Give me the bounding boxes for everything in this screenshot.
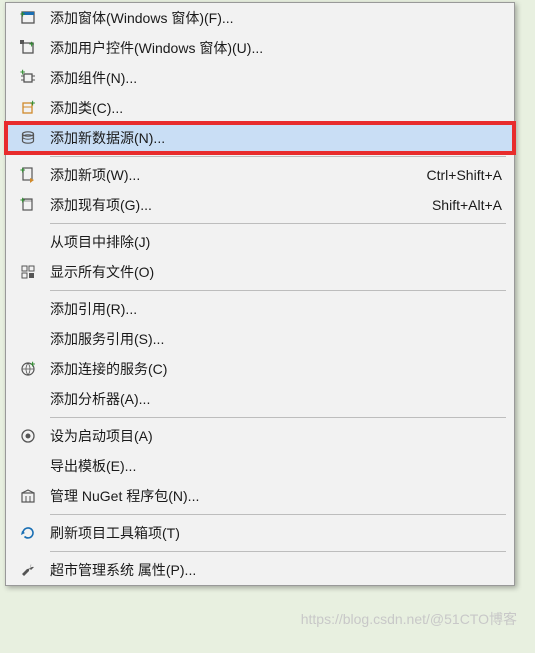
context-menu: + 添加窗体(Windows 窗体)(F)... + 添加用户控件(Windows 窗… (5, 2, 515, 586)
form-icon: + (12, 9, 44, 27)
menu-item-label: 刷新项目工具箱项(T) (44, 523, 502, 543)
svg-text:+: + (30, 360, 35, 369)
menu-item-label: 导出模板(E)... (44, 456, 502, 476)
component-icon: + (12, 69, 44, 87)
svg-text:+: + (20, 69, 25, 77)
menu-item-label: 添加服务引用(S)... (44, 329, 502, 349)
menu-item-exclude-from-project[interactable]: 从项目中排除(J) (6, 227, 514, 257)
menu-item-label: 从项目中排除(J) (44, 232, 502, 252)
menu-item-refresh-toolbox[interactable]: 刷新项目工具箱项(T) (6, 518, 514, 548)
show-all-icon (12, 263, 44, 281)
existing-item-icon: + (12, 196, 44, 214)
menu-item-export-template[interactable]: 导出模板(E)... (6, 451, 514, 481)
menu-item-label: 添加类(C)... (44, 98, 502, 118)
menu-item-add-user-control[interactable]: + 添加用户控件(Windows 窗体)(U)... (6, 33, 514, 63)
menu-separator (50, 290, 506, 291)
menu-item-label: 添加新项(W)... (44, 165, 407, 185)
menu-item-set-as-startup[interactable]: 设为启动项目(A) (6, 421, 514, 451)
menu-item-label: 添加连接的服务(C) (44, 359, 502, 379)
class-icon: + (12, 99, 44, 117)
connected-service-icon: + (12, 360, 44, 378)
menu-item-add-connected-service[interactable]: + 添加连接的服务(C) (6, 354, 514, 384)
menu-item-shortcut: Shift+Alt+A (412, 197, 502, 213)
wrench-icon (12, 561, 44, 579)
menu-item-label: 管理 NuGet 程序包(N)... (44, 486, 502, 506)
refresh-icon (12, 524, 44, 542)
menu-item-add-reference[interactable]: 添加引用(R)... (6, 294, 514, 324)
menu-item-show-all-files[interactable]: 显示所有文件(O) (6, 257, 514, 287)
menu-item-add-analyzer[interactable]: 添加分析器(A)... (6, 384, 514, 414)
menu-item-label: 添加新数据源(N)... (44, 128, 502, 148)
menu-item-properties[interactable]: 超市管理系统 属性(P)... (6, 555, 514, 585)
svg-text:+: + (20, 166, 25, 175)
menu-separator (50, 417, 506, 418)
watermark-text: https://blog.csdn.net/@51CTO博客 (301, 609, 517, 629)
svg-text:+: + (20, 9, 25, 19)
menu-item-shortcut: Ctrl+Shift+A (407, 167, 502, 183)
menu-separator (50, 514, 506, 515)
menu-separator (50, 223, 506, 224)
menu-item-label: 添加窗体(Windows 窗体)(F)... (44, 8, 502, 28)
menu-item-label: 添加用户控件(Windows 窗体)(U)... (44, 38, 502, 58)
svg-text:+: + (29, 39, 34, 49)
menu-item-add-data-source[interactable]: 添加新数据源(N)... (6, 123, 514, 153)
menu-item-manage-nuget[interactable]: 管理 NuGet 程序包(N)... (6, 481, 514, 511)
menu-item-add-windows-form[interactable]: + 添加窗体(Windows 窗体)(F)... (6, 3, 514, 33)
menu-item-label: 添加分析器(A)... (44, 389, 502, 409)
menu-separator (50, 551, 506, 552)
menu-item-label: 显示所有文件(O) (44, 262, 502, 282)
menu-item-label: 添加引用(R)... (44, 299, 502, 319)
menu-item-label: 超市管理系统 属性(P)... (44, 560, 502, 580)
startup-icon (12, 427, 44, 445)
menu-item-label: 添加组件(N)... (44, 68, 502, 88)
menu-separator (50, 156, 506, 157)
svg-text:+: + (20, 196, 25, 205)
nuget-icon (12, 487, 44, 505)
menu-item-label: 添加现有项(G)... (44, 195, 412, 215)
menu-item-add-class[interactable]: + 添加类(C)... (6, 93, 514, 123)
new-item-icon: + (12, 166, 44, 184)
menu-item-add-service-reference[interactable]: 添加服务引用(S)... (6, 324, 514, 354)
datasource-icon (12, 129, 44, 147)
menu-item-label: 设为启动项目(A) (44, 426, 502, 446)
menu-item-add-component[interactable]: + 添加组件(N)... (6, 63, 514, 93)
menu-item-add-existing-item[interactable]: + 添加现有项(G)...Shift+Alt+A (6, 190, 514, 220)
svg-text:+: + (30, 99, 35, 108)
user-control-icon: + (12, 39, 44, 57)
menu-item-add-new-item[interactable]: + 添加新项(W)...Ctrl+Shift+A (6, 160, 514, 190)
